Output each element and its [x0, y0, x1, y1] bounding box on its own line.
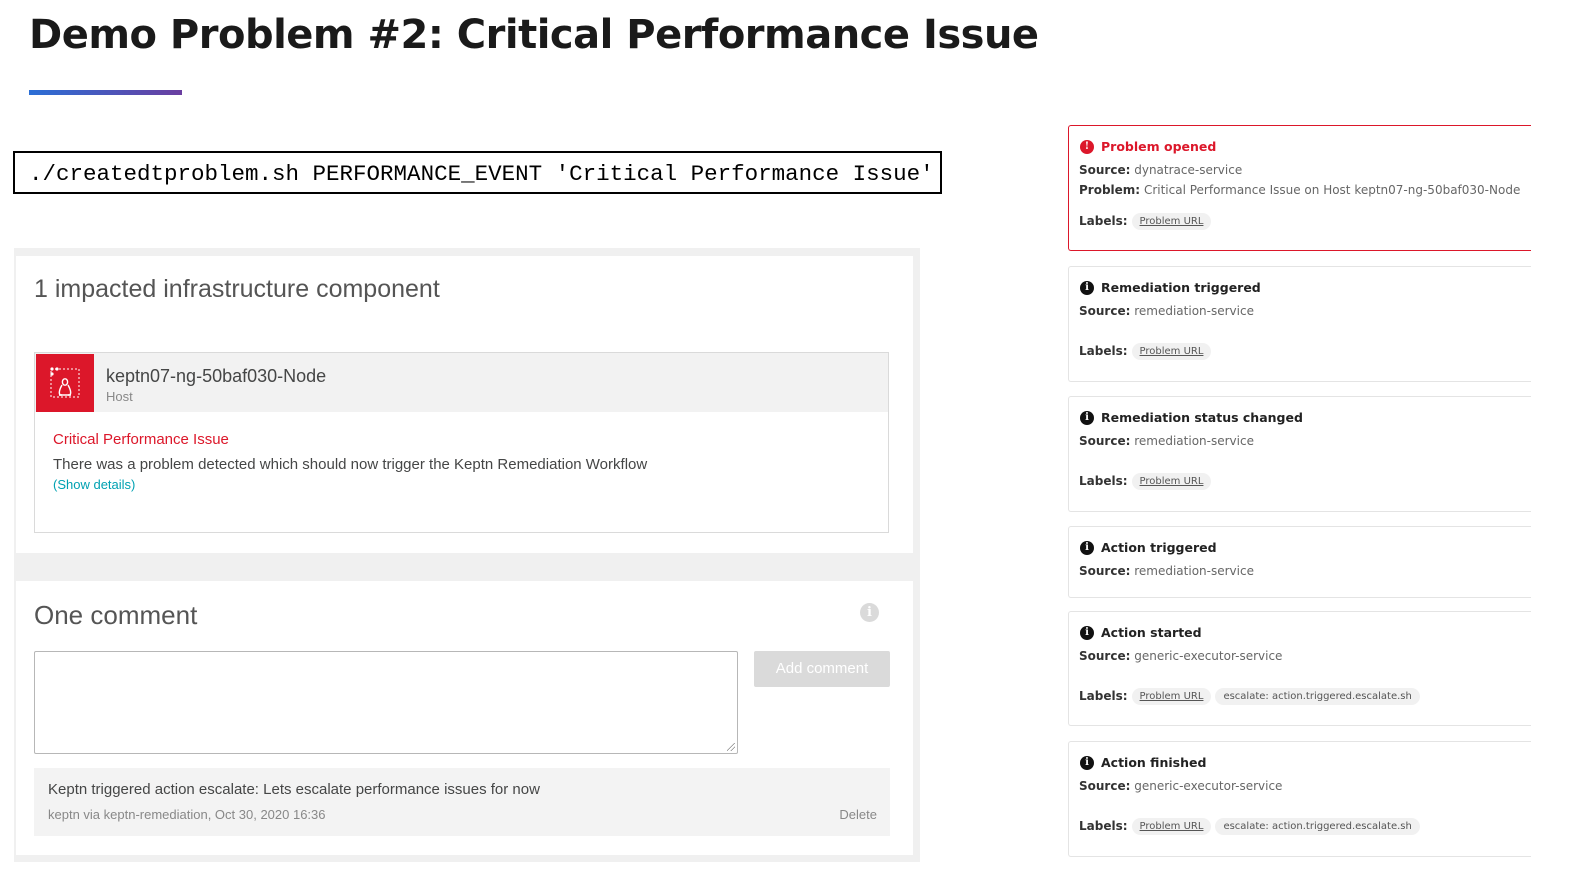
impacted-components-title: 1 impacted infrastructure component: [34, 275, 440, 303]
info-circle-icon: i: [1080, 756, 1094, 770]
comment-text: Keptn triggered action escalate: Lets es…: [48, 781, 540, 798]
add-comment-button[interactable]: Add comment: [754, 651, 890, 687]
slide-title: Demo Problem #2: Critical Performance Is…: [29, 12, 1039, 58]
comment-textarea[interactable]: [34, 651, 738, 754]
info-circle-icon: i: [1080, 626, 1094, 640]
event-title: Remediation status changed: [1101, 410, 1303, 425]
title-underline: [29, 90, 182, 95]
linux-tux-icon: [36, 354, 94, 412]
problem-url-chip[interactable]: Problem URL: [1131, 688, 1212, 705]
problem-url-chip[interactable]: Problem URL: [1131, 343, 1212, 360]
exclamation-circle-icon: !: [1080, 140, 1094, 154]
event-remediation-status-changed: i Remediation status changed Source: rem…: [1068, 396, 1531, 512]
event-labels: Labels: Problem URL: [1079, 343, 1212, 360]
event-source: Source: generic-executor-service: [1079, 779, 1283, 793]
event-title: Action finished: [1101, 755, 1207, 770]
event-problem: Problem: Critical Performance Issue on H…: [1079, 183, 1521, 197]
event-remediation-triggered: i Remediation triggered Source: remediat…: [1068, 266, 1531, 382]
show-details-link[interactable]: (Show details): [53, 477, 135, 492]
escalate-label-chip: escalate: action.triggered.escalate.sh: [1215, 688, 1420, 705]
event-title: Action triggered: [1101, 540, 1217, 555]
event-source: Source: remediation-service: [1079, 434, 1254, 448]
info-circle-icon: i: [1080, 541, 1094, 555]
event-labels: Labels: Problem URL: [1079, 213, 1212, 230]
delete-comment-link[interactable]: Delete: [839, 807, 877, 822]
event-problem-opened: ! Problem opened Source: dynatrace-servi…: [1068, 125, 1531, 251]
command-text: ./createdtproblem.sh PERFORMANCE_EVENT '…: [29, 161, 934, 187]
info-circle-icon: i: [1080, 411, 1094, 425]
problem-url-chip[interactable]: Problem URL: [1131, 213, 1212, 230]
event-action-triggered: i Action triggered Source: remediation-s…: [1068, 526, 1531, 598]
issue-title: Critical Performance Issue: [53, 431, 229, 448]
event-source: Source: dynatrace-service: [1079, 163, 1243, 177]
problem-url-chip[interactable]: Problem URL: [1131, 473, 1212, 490]
comments-title: One comment: [34, 600, 198, 630]
event-title: Remediation triggered: [1101, 280, 1261, 295]
info-circle-icon: i: [1080, 281, 1094, 295]
resize-handle[interactable]: [727, 743, 735, 751]
event-labels: Labels: Problem URL: [1079, 473, 1212, 490]
comment-meta: keptn via keptn-remediation, Oct 30, 202…: [48, 807, 326, 822]
info-circle-icon[interactable]: i: [860, 603, 879, 622]
event-action-finished: i Action finished Source: generic-execut…: [1068, 741, 1531, 857]
event-labels: Labels: Problem URL escalate: action.trigg…: [1079, 688, 1420, 705]
host-type: Host: [106, 389, 133, 404]
event-source: Source: remediation-service: [1079, 304, 1254, 318]
impacted-component: keptn07-ng-50baf030-Node Host Critical P…: [34, 352, 889, 533]
problem-url-chip[interactable]: Problem URL: [1131, 818, 1212, 835]
event-labels: Labels: Problem URL escalate: action.trigg…: [1079, 818, 1420, 835]
comment-entry: Keptn triggered action escalate: Lets es…: [34, 768, 890, 836]
issue-description: There was a problem detected which shoul…: [53, 456, 648, 473]
component-header[interactable]: keptn07-ng-50baf030-Node Host: [35, 353, 888, 412]
event-source: Source: generic-executor-service: [1079, 649, 1283, 663]
event-title: Problem opened: [1101, 139, 1217, 154]
command-box: ./createdtproblem.sh PERFORMANCE_EVENT '…: [13, 151, 942, 194]
host-name[interactable]: keptn07-ng-50baf030-Node: [106, 366, 326, 387]
escalate-label-chip: escalate: action.triggered.escalate.sh: [1215, 818, 1420, 835]
event-title: Action started: [1101, 625, 1202, 640]
event-source: Source: remediation-service: [1079, 564, 1254, 578]
event-action-started: i Action started Source: generic-executo…: [1068, 611, 1531, 726]
